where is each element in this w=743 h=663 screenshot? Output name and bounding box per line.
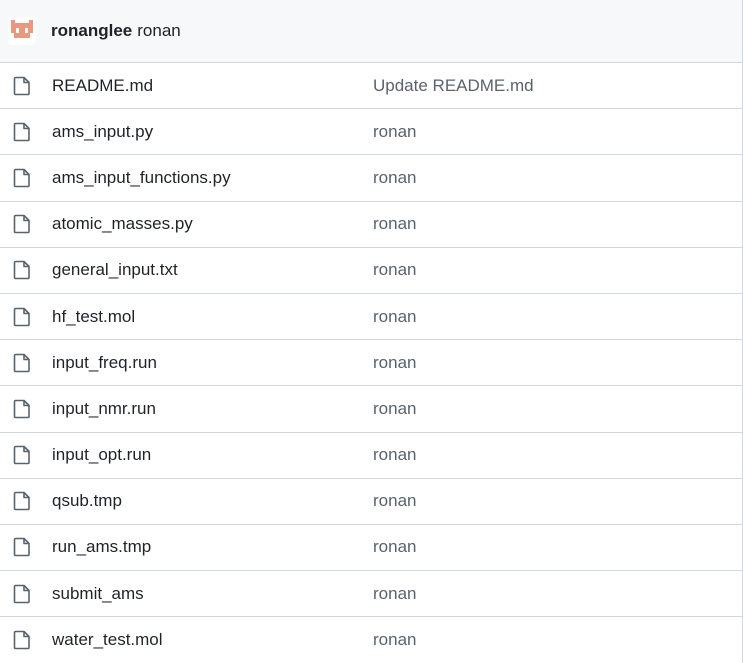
file-icon xyxy=(13,491,30,511)
file-icon xyxy=(13,214,30,234)
file-name-link[interactable]: ams_input_functions.py xyxy=(52,168,231,188)
file-icon xyxy=(13,122,30,142)
file-row[interactable]: input_freq.run ronan xyxy=(0,340,742,387)
latest-commit-message[interactable]: ronan xyxy=(137,21,180,41)
file-row[interactable]: ams_input.py ronan xyxy=(0,109,742,156)
file-icon xyxy=(13,584,30,603)
commit-message-link[interactable]: ronan xyxy=(373,445,416,465)
file-icon xyxy=(13,538,30,557)
file-row[interactable]: input_nmr.run ronan xyxy=(0,386,742,433)
commit-message-link[interactable]: ronan xyxy=(373,307,416,327)
file-icon xyxy=(13,399,30,419)
commit-message-link[interactable]: ronan xyxy=(373,168,416,188)
file-row[interactable]: README.md Update README.md xyxy=(0,63,742,110)
file-name-link[interactable]: input_nmr.run xyxy=(52,399,156,419)
file-row[interactable]: run_ams.tmp ronan xyxy=(0,525,742,572)
commit-message-link[interactable]: ronan xyxy=(373,537,416,557)
file-row[interactable]: water_test.mol ronan xyxy=(0,617,742,663)
file-icon xyxy=(13,445,30,465)
file-icon xyxy=(13,353,30,373)
file-name-link[interactable]: general_input.txt xyxy=(52,260,178,280)
file-rows: README.md Update README.md ams_input.py … xyxy=(0,63,742,663)
file-row[interactable]: general_input.txt ronan xyxy=(0,248,742,294)
file-name-link[interactable]: input_opt.run xyxy=(52,445,151,465)
file-icon xyxy=(13,261,30,280)
commit-message-link[interactable]: ronan xyxy=(373,214,416,234)
commit-author-link[interactable]: ronanglee xyxy=(51,21,132,41)
file-row[interactable]: atomic_masses.py ronan xyxy=(0,202,742,248)
file-icon xyxy=(13,307,30,326)
commit-message-link[interactable]: Update README.md xyxy=(373,76,534,96)
file-name-link[interactable]: input_freq.run xyxy=(52,353,157,373)
commit-message-link[interactable]: ronan xyxy=(373,260,416,280)
file-icon xyxy=(13,631,30,650)
file-icon xyxy=(13,168,30,188)
commit-message-link[interactable]: ronan xyxy=(373,353,416,373)
file-name-link[interactable]: qsub.tmp xyxy=(52,491,122,511)
file-icon xyxy=(13,76,30,95)
file-name-link[interactable]: water_test.mol xyxy=(52,630,163,650)
file-row[interactable]: hf_test.mol ronan xyxy=(0,294,742,341)
file-name-link[interactable]: run_ams.tmp xyxy=(52,537,151,557)
file-row[interactable]: qsub.tmp ronan xyxy=(0,479,742,525)
latest-commit-header: ronanglee ronan xyxy=(0,0,742,63)
file-row[interactable]: input_opt.run ronan xyxy=(0,433,742,479)
file-row[interactable]: submit_ams ronan xyxy=(0,571,742,618)
file-name-link[interactable]: ams_input.py xyxy=(52,122,153,142)
commit-message-link[interactable]: ronan xyxy=(373,491,416,511)
file-name-link[interactable]: README.md xyxy=(52,76,153,96)
file-row[interactable]: ams_input_functions.py ronan xyxy=(0,155,742,202)
file-list: ronanglee ronan README.md Update README.… xyxy=(0,0,743,663)
file-name-link[interactable]: hf_test.mol xyxy=(52,307,135,327)
commit-message-link[interactable]: ronan xyxy=(373,399,416,419)
file-name-link[interactable]: atomic_masses.py xyxy=(52,214,193,234)
commit-message-link[interactable]: ronan xyxy=(373,122,416,142)
file-name-link[interactable]: submit_ams xyxy=(52,584,144,604)
user-avatar[interactable] xyxy=(8,17,36,45)
commit-message-link[interactable]: ronan xyxy=(373,630,416,650)
commit-message-link[interactable]: ronan xyxy=(373,584,416,604)
